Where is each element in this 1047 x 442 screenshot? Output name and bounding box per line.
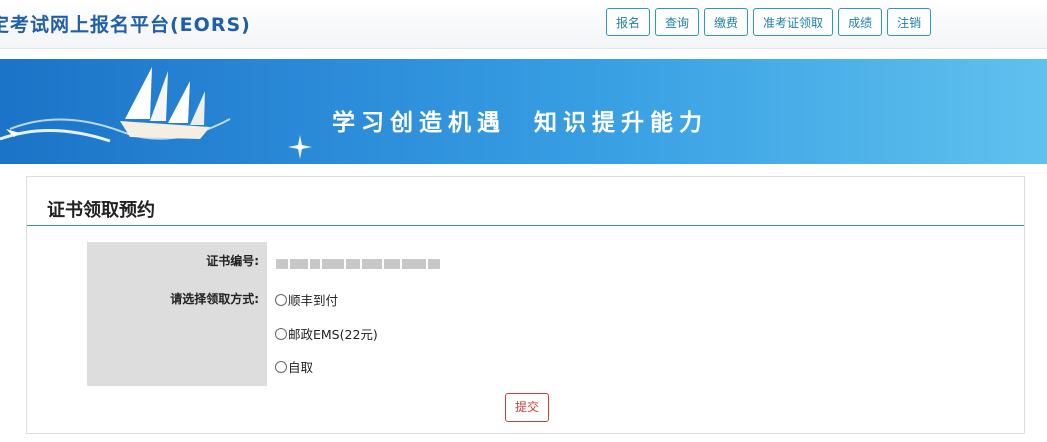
option-ems[interactable]: 邮政EMS(22元) [275,324,378,343]
submit-button[interactable]: 提交 [505,393,550,422]
title-divider [27,225,1024,226]
banner: 学习创造机遇 知识提升能力 [0,59,1047,164]
site-title: 定考试网上报名平台(EORS) [0,14,251,36]
option-self-pickup[interactable]: 自取 [275,357,313,376]
option-ems-label: 邮政EMS(22元) [288,327,378,342]
sailboat-illustration [0,67,312,159]
panel-title: 证书领取预约 [47,200,155,221]
pickup-method-label: 请选择领取方式: [170,292,259,306]
label-column: 证书编号: 请选择领取方式: [87,242,267,386]
top-nav: 报名 查询 缴费 准考证领取 成绩 注销 [606,8,932,36]
banner-slogan: 学习创造机遇 知识提升能力 [332,109,709,136]
option-self-pickup-label: 自取 [288,360,314,375]
radio-self-pickup[interactable] [275,360,287,373]
radio-sf-express[interactable] [275,293,287,306]
nav-payment-button[interactable]: 缴费 [704,8,749,36]
nav-register-button[interactable]: 报名 [606,8,651,36]
nav-score-button[interactable]: 成绩 [838,8,883,36]
radio-ems[interactable] [275,327,287,340]
nav-admission-ticket-button[interactable]: 准考证领取 [753,8,834,36]
nav-query-button[interactable]: 查询 [655,8,700,36]
certificate-appointment-panel: 证书领取预约 证书编号: 请选择领取方式: 顺丰到付 邮政EMS(22元) 自取… [26,176,1025,434]
top-header: 定考试网上报名平台(EORS) 报名 查询 缴费 准考证领取 成绩 注销 [0,0,1047,49]
certificate-number-value-redacted [276,253,456,269]
certificate-number-label: 证书编号: [206,254,259,268]
nav-logout-button[interactable]: 注销 [887,8,932,36]
option-sf-express[interactable]: 顺丰到付 [275,290,338,309]
option-sf-express-label: 顺丰到付 [288,293,339,308]
